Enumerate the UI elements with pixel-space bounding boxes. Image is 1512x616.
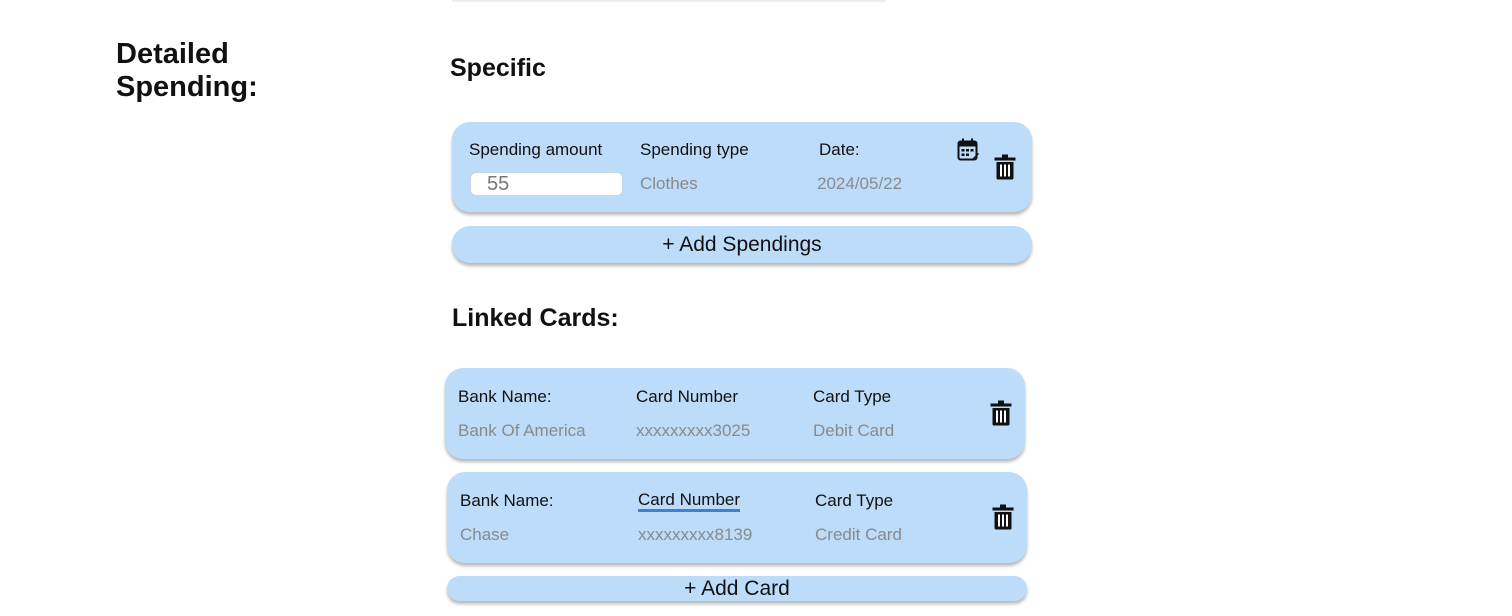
card-number-label: Card Number	[638, 491, 741, 512]
card-type-label: Card Type	[815, 491, 894, 510]
linked-card-row: Bank Name: Chase Card Number xxxxxxxxx81…	[447, 472, 1027, 563]
bank-name-value: Chase	[460, 525, 510, 544]
add-card-button[interactable]: + Add Card	[447, 576, 1027, 601]
spending-type-label: Spending type	[640, 140, 749, 159]
spending-amount-label: Spending amount	[469, 140, 603, 159]
linked-cards-title: Linked Cards:	[452, 304, 619, 332]
add-spendings-label: + Add Spendings	[662, 233, 822, 256]
card-type-label: Card Type	[813, 387, 892, 406]
bank-name-label: Bank Name:	[460, 491, 554, 510]
linked-card-row: Bank Name: Bank Of America Card Number x…	[445, 368, 1025, 459]
spending-type-value[interactable]: Clothes	[640, 174, 698, 194]
card-type-value: Credit Card	[815, 525, 902, 544]
specific-title: Specific	[450, 54, 546, 82]
card-number-label: Card Number	[636, 387, 739, 406]
page: Detailed Spending: Specific Spending amo…	[0, 0, 1512, 616]
spending-amount-input[interactable]	[470, 172, 623, 196]
add-card-label: + Add Card	[684, 577, 790, 600]
date-value[interactable]: 2024/05/22	[817, 174, 902, 194]
delete-card-trash-icon[interactable]	[990, 400, 1012, 426]
card-number-value: xxxxxxxxx3025	[636, 421, 751, 440]
scrolled-content-edge	[452, 0, 886, 2]
section-title: Detailed Spending:	[116, 38, 258, 104]
bank-name-label: Bank Name:	[458, 387, 552, 406]
section-title-line2: Spending:	[116, 71, 258, 103]
date-label: Date:	[819, 140, 860, 159]
add-spendings-button[interactable]: + Add Spendings	[452, 226, 1032, 263]
delete-spending-trash-icon[interactable]	[994, 154, 1016, 180]
card-type-value: Debit Card	[813, 421, 895, 440]
spending-item-card: Spending amount Spending type Clothes Da…	[452, 122, 1032, 212]
bank-name-value: Bank Of America	[458, 421, 586, 440]
section-title-line1: Detailed	[116, 38, 229, 70]
card-number-value: xxxxxxxxx8139	[638, 525, 753, 544]
delete-card-trash-icon[interactable]	[992, 504, 1014, 530]
calendar-icon[interactable]	[957, 138, 979, 162]
